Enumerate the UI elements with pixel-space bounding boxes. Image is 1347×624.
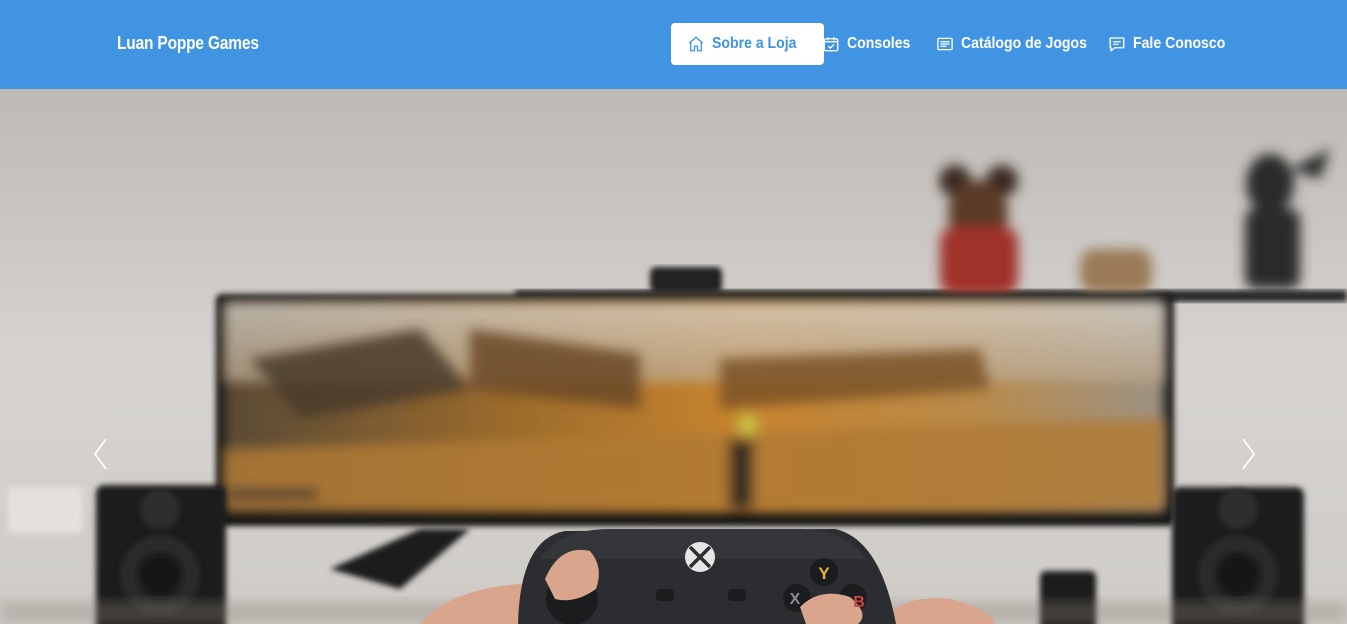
carousel-prev-button[interactable] xyxy=(90,434,112,474)
list-icon xyxy=(937,37,953,51)
carousel-next-button[interactable] xyxy=(1237,434,1259,474)
hero-photo: Y B X xyxy=(0,89,1347,624)
nav-item-label: Sobre a Loja xyxy=(712,35,797,52)
calendar-check-icon xyxy=(823,37,839,52)
brand-logo-text[interactable]: Luan Poppe Games xyxy=(117,33,259,54)
controller-x-button: X xyxy=(790,591,801,608)
controller-b-button: B xyxy=(853,594,865,611)
chat-icon xyxy=(1109,37,1125,52)
navbar: Luan Poppe Games Sobre a Loja Consoles C… xyxy=(0,0,1347,89)
hero-carousel: Y B X xyxy=(0,89,1347,624)
nav-item-label: Fale Conosco xyxy=(1133,35,1226,52)
chevron-left-icon xyxy=(93,438,107,470)
home-icon xyxy=(688,36,704,52)
nav-item-fale-conosco[interactable]: Fale Conosco xyxy=(1108,23,1238,65)
nav-item-consoles[interactable]: Consoles xyxy=(822,23,919,65)
nav-item-label: Catálogo de Jogos xyxy=(961,35,1087,52)
chevron-right-icon xyxy=(1242,438,1256,470)
nav-item-label: Consoles xyxy=(847,35,911,52)
nav-item-catalogo-de-jogos[interactable]: Catálogo de Jogos xyxy=(936,23,1104,65)
controller-y-button: Y xyxy=(818,564,830,583)
nav-item-sobre-a-loja[interactable]: Sobre a Loja xyxy=(671,23,825,65)
